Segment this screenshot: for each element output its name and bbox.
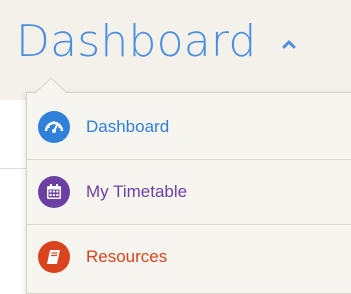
menu-item-label: My Timetable	[86, 182, 188, 201]
background-divider	[0, 168, 26, 169]
dropdown-arrow	[35, 77, 67, 94]
menu-item-resources[interactable]: Resources	[27, 225, 351, 289]
menu-item-label: Dashboard	[86, 117, 170, 136]
calendar-icon	[38, 176, 70, 208]
chevron-up-icon[interactable]	[282, 39, 296, 49]
speedometer-icon	[38, 111, 70, 143]
menu-item-label: Resources	[86, 247, 168, 266]
menu-item-dashboard[interactable]: Dashboard	[27, 95, 351, 159]
page-title: Dashboard	[16, 16, 257, 67]
dashboard-dropdown-menu: Dashboard My Timetable Resources	[26, 92, 351, 294]
menu-item-my-timetable[interactable]: My Timetable	[27, 160, 351, 224]
book-icon	[38, 241, 70, 273]
